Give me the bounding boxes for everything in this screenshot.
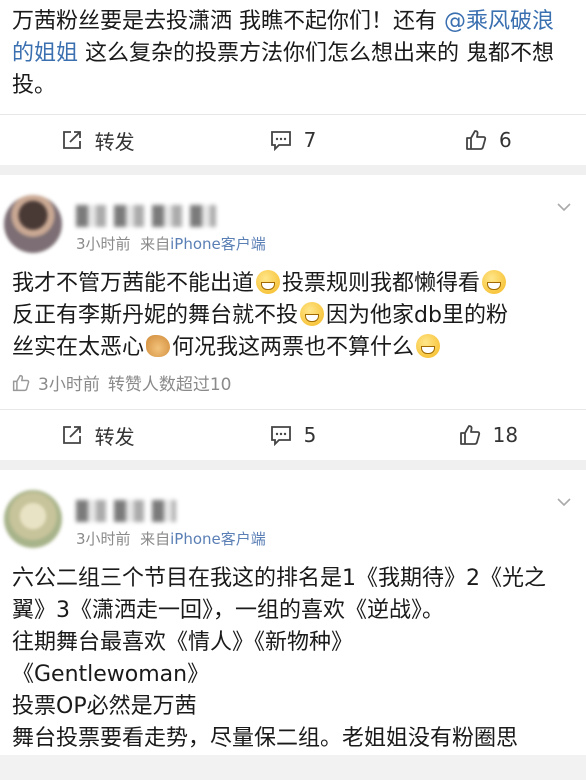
post-meta: 3小时前 来自iPhone客户端 — [76, 528, 266, 549]
grin-emoji-icon — [256, 270, 281, 294]
comment-button[interactable]: 7 — [195, 128, 390, 152]
post-text-part: 万茜粉丝要是去投潇洒 我瞧不起你们！还有 — [12, 9, 444, 34]
post-card-2: 3小时前 来自iPhone客户端 我才不管万茜能不能出道 投票规则我都懒得看 反正… — [0, 175, 586, 460]
avatar[interactable] — [4, 195, 62, 253]
comment-icon — [270, 131, 291, 151]
post-text-line: 舞台投票要看走势，尽量保二组。老姐姐没有粉圈思 — [12, 726, 519, 751]
username-blurred[interactable] — [76, 205, 216, 227]
post-text-line: 往期舞台最喜欢《情人》《新物种》 — [12, 630, 354, 655]
post-meta: 3小时前 来自iPhone客户端 — [76, 233, 266, 254]
like-button[interactable]: 6 — [391, 128, 586, 152]
post-text-line: 六公二组三个节目在我这的排名是1《我期待》2《光之翼》3《潇洒走一回》，一组的喜… — [12, 566, 546, 623]
thumbs-up-icon — [466, 130, 487, 150]
avatar[interactable] — [4, 490, 62, 548]
repost-button[interactable]: 转发 — [0, 126, 195, 155]
source-prefix: 来自 — [140, 235, 171, 253]
thumbs-up-icon — [12, 374, 30, 391]
repost-button[interactable]: 转发 — [0, 421, 195, 450]
post-text: 万茜粉丝要是去投潇洒 我瞧不起你们！还有 @乘风破浪的姐姐 这么复杂的投票方法你… — [0, 0, 586, 114]
likes-summary[interactable]: 3小时前 转赞人数超过10 — [0, 364, 586, 409]
post-header: 3小时前 来自iPhone客户端 — [0, 470, 586, 549]
repost-label: 转发 — [94, 129, 135, 154]
post-source: iPhone客户端 — [170, 235, 266, 253]
card-separator — [0, 165, 586, 175]
clap-emoji-icon — [146, 335, 171, 357]
chevron-down-icon[interactable] — [556, 199, 572, 215]
comment-count: 5 — [303, 423, 317, 447]
post-text-part: 何况我这两票也不算什么 — [172, 335, 415, 360]
post-text-part: 我才不管万茜能不能出道 — [12, 271, 255, 296]
likes-text: 转赞人数超过10 — [107, 375, 232, 395]
username-blurred[interactable] — [76, 500, 176, 522]
comment-button[interactable]: 5 — [195, 423, 390, 447]
repost-label: 转发 — [94, 424, 135, 449]
post-time: 3小时前 — [76, 235, 131, 253]
like-button[interactable]: 18 — [391, 423, 586, 447]
grin-emoji-icon — [482, 270, 507, 294]
likes-time: 3小时前 — [38, 375, 100, 395]
thumbs-up-icon — [459, 425, 480, 445]
post-text-part: 这么复杂的投票方法你们怎么想出来的 鬼都不想投。 — [12, 41, 555, 98]
post-text-part: 因为他家db里的粉 — [326, 303, 508, 328]
post-text-line: 投票OP必然是万茜 — [12, 694, 197, 719]
comment-icon — [270, 426, 291, 446]
chevron-down-icon[interactable] — [556, 494, 572, 510]
post-card-1: 万茜粉丝要是去投潇洒 我瞧不起你们！还有 @乘风破浪的姐姐 这么复杂的投票方法你… — [0, 0, 586, 165]
post-text-part: 投票规则我都懒得看 — [282, 271, 481, 296]
post-text: 六公二组三个节目在我这的排名是1《我期待》2《光之翼》3《潇洒走一回》，一组的喜… — [0, 549, 586, 755]
post-text-part: 丝实在太恶心 — [12, 335, 145, 360]
action-bar: 转发 5 18 — [0, 409, 586, 460]
post-card-3: 3小时前 来自iPhone客户端 六公二组三个节目在我这的排名是1《我期待》2《… — [0, 470, 586, 755]
source-prefix: 来自 — [140, 530, 171, 548]
repost-icon — [62, 131, 81, 149]
grin-emoji-icon — [416, 334, 441, 358]
post-header: 3小时前 来自iPhone客户端 — [0, 175, 586, 254]
like-count: 18 — [492, 423, 519, 447]
action-bar: 转发 7 6 — [0, 114, 586, 165]
post-source: iPhone客户端 — [170, 530, 266, 548]
comment-count: 7 — [303, 128, 317, 152]
post-text-part: 反正有李斯丹妮的舞台就不投 — [12, 303, 299, 328]
post-text-line: 《Gentlewoman》 — [12, 662, 210, 687]
repost-icon — [62, 426, 81, 444]
post-text: 我才不管万茜能不能出道 投票规则我都懒得看 反正有李斯丹妮的舞台就不投 因为他家db… — [0, 254, 586, 364]
card-separator — [0, 460, 586, 470]
grin-emoji-icon — [300, 302, 325, 326]
post-time: 3小时前 — [76, 530, 131, 548]
like-count: 6 — [498, 128, 512, 152]
